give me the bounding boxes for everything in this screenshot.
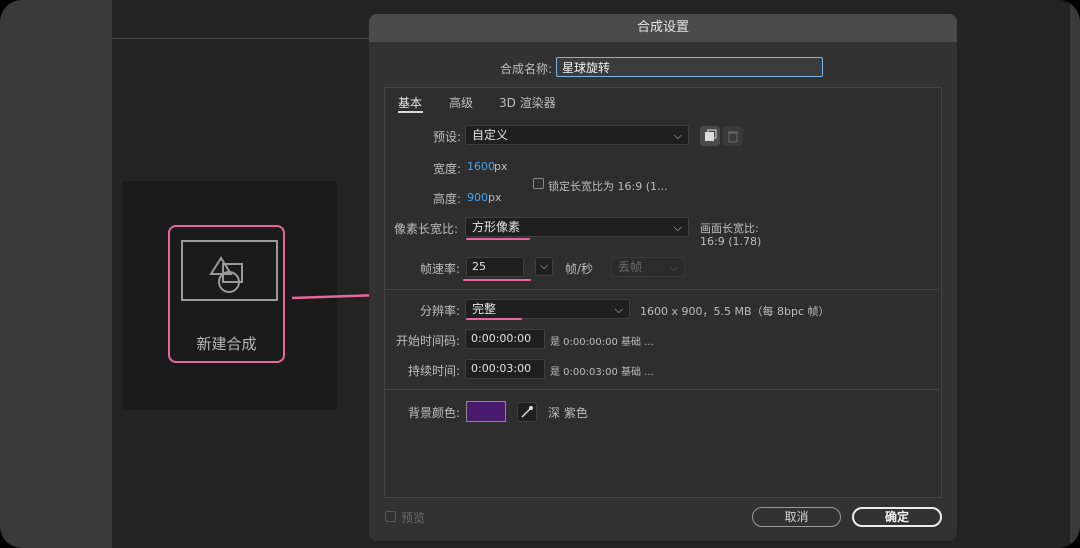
pixel-aspect-label: 像素长宽比: bbox=[394, 222, 459, 236]
background-color-name: 深 紫色 bbox=[548, 406, 588, 420]
start-timecode-info: 是 0:00:00:00 基础 ... bbox=[550, 337, 654, 348]
save-preset-button[interactable] bbox=[700, 126, 720, 146]
height-value[interactable]: 900 bbox=[467, 191, 488, 204]
pixel-aspect-value: 方形像素 bbox=[472, 220, 521, 234]
start-timecode-input[interactable]: 0:00:00:00 bbox=[465, 329, 545, 349]
tab-basic[interactable]: 基本 bbox=[398, 94, 422, 111]
resolution-value: 完整 bbox=[472, 302, 497, 316]
lock-aspect-checkbox[interactable] bbox=[533, 178, 544, 189]
chevron-down-icon: ⌵ bbox=[669, 261, 678, 274]
delete-preset-button[interactable] bbox=[723, 126, 743, 146]
duration-input[interactable]: 0:00:03:00 bbox=[465, 359, 545, 379]
dialog-title: 合成设置 bbox=[369, 14, 957, 42]
comp-name-label: 合成名称: bbox=[500, 62, 553, 76]
chevron-down-icon: ⌵ bbox=[539, 259, 549, 272]
chevron-down-icon: ⌵ bbox=[673, 221, 682, 234]
screen-frame: 新建合成 合成设置 合成名称: 星球旋转 基本 高级 3D 渲染器 预设: 自定… bbox=[0, 0, 1080, 548]
trash-icon bbox=[728, 131, 738, 143]
section-divider bbox=[385, 289, 939, 290]
duration-label: 持续时间: bbox=[408, 364, 461, 378]
pixel-aspect-select[interactable]: 方形像素 ⌵ bbox=[465, 217, 689, 237]
new-composition-label: 新建合成 bbox=[196, 335, 257, 353]
composition-shapes-icon bbox=[181, 240, 278, 301]
frame-aspect-value: 16:9 (1.78) bbox=[700, 235, 762, 248]
preset-select[interactable]: 自定义 ⌵ bbox=[465, 125, 689, 145]
section-divider bbox=[385, 389, 939, 390]
frame-aspect-label: 画面长宽比: bbox=[700, 222, 759, 235]
lock-aspect-label: 锁定长宽比为 16:9 (1... bbox=[548, 180, 668, 193]
resolution-label: 分辨率: bbox=[420, 304, 461, 318]
background-color-swatch[interactable] bbox=[466, 401, 506, 422]
width-label: 宽度: bbox=[433, 162, 462, 176]
new-composition-button[interactable]: 新建合成 bbox=[168, 225, 285, 363]
height-label: 高度: bbox=[433, 192, 462, 206]
active-tab-indicator bbox=[398, 111, 423, 113]
eyedropper-button[interactable] bbox=[517, 402, 537, 422]
highlight-underline bbox=[466, 318, 522, 320]
workspace-divider bbox=[112, 38, 372, 39]
highlight-underline bbox=[466, 238, 530, 240]
preview-checkbox[interactable] bbox=[385, 511, 396, 522]
width-value[interactable]: 1600 bbox=[467, 160, 495, 173]
resolution-info: 1600 x 900，5.5 MB（每 8bpc 帧） bbox=[640, 305, 830, 318]
drop-frame-select: 丢帧 ⌵ bbox=[611, 257, 685, 277]
frame-rate-input[interactable]: 25 bbox=[466, 257, 524, 277]
frame-rate-label: 帧速率: bbox=[420, 262, 461, 276]
eyedropper-icon bbox=[521, 406, 533, 418]
tab-advanced[interactable]: 高级 bbox=[449, 94, 473, 111]
comp-name-input[interactable]: 星球旋转 bbox=[556, 57, 823, 77]
width-unit: px bbox=[494, 160, 508, 173]
drop-frame-value: 丢帧 bbox=[618, 260, 643, 274]
preset-value: 自定义 bbox=[472, 128, 509, 142]
duration-info: 是 0:00:03:00 基础 ... bbox=[550, 367, 654, 378]
frame-rate-dropdown[interactable]: ⌵ bbox=[535, 257, 553, 276]
preview-label: 预览 bbox=[401, 511, 426, 525]
highlight-underline bbox=[463, 279, 531, 281]
frame-rate-unit: 帧/秒 bbox=[565, 262, 594, 276]
save-preset-icon bbox=[705, 129, 717, 141]
ok-button[interactable]: 确定 bbox=[852, 507, 942, 527]
cancel-button[interactable]: 取消 bbox=[752, 507, 841, 527]
composition-settings-dialog: 合成设置 合成名称: 星球旋转 基本 高级 3D 渲染器 预设: 自定义 ⌵ 宽… bbox=[369, 14, 957, 541]
chevron-down-icon: ⌵ bbox=[673, 129, 682, 142]
preset-label: 预设: bbox=[433, 130, 462, 144]
tab-3d-renderer[interactable]: 3D 渲染器 bbox=[499, 94, 556, 111]
settings-panel bbox=[384, 87, 942, 498]
background-color-label: 背景颜色: bbox=[408, 406, 461, 420]
start-timecode-label: 开始时间码: bbox=[396, 334, 461, 348]
chevron-down-icon: ⌵ bbox=[614, 303, 623, 316]
height-unit: px bbox=[488, 191, 502, 204]
resolution-select[interactable]: 完整 ⌵ bbox=[465, 299, 630, 319]
